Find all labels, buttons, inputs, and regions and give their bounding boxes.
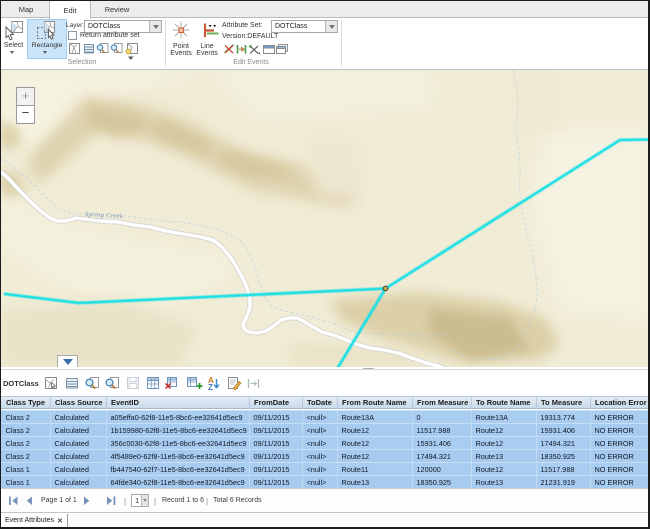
svg-text:|: | [206,497,208,506]
svg-text:Z: Z [208,383,213,392]
svg-text:|: | [154,497,156,506]
svg-text:|: | [124,497,126,506]
